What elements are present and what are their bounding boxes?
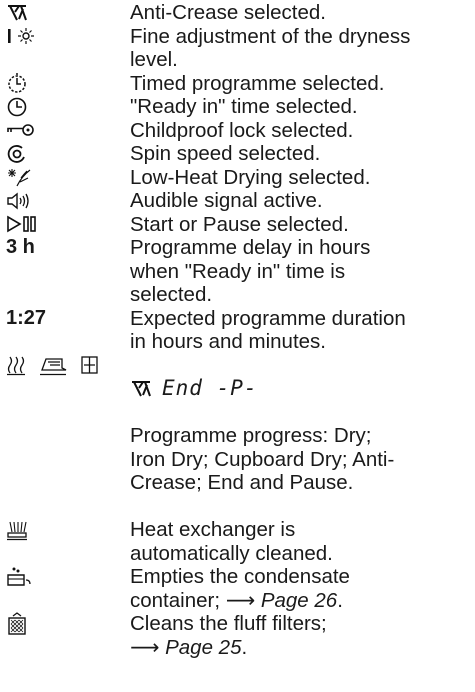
legend-text: Audible signal active. (130, 189, 323, 212)
legend-text: Start or Pause selected. (130, 212, 349, 236)
legend-text: Anti-Crease selected. (130, 1, 326, 24)
legend-row: Anti-Crease selected. (6, 1, 469, 25)
symbol-legend: Anti-Crease selected. Fine adjustment of… (0, 1, 475, 692)
legend-row: Heat exchanger is automatically cleaned. (6, 518, 469, 565)
legend-row: Cleans the fluff filters; ⟶ Page 25. (6, 611, 469, 659)
legend-row: Timed programme selected. (6, 72, 469, 96)
legend-text: Heat exchanger is automatically cleaned. (130, 518, 333, 565)
legend-row: Start or Pause selected. (6, 213, 469, 237)
legend-row: End -P- Programme progress: Dry; Iron Dr… (6, 354, 469, 519)
fine-adjustment-icon (6, 26, 36, 46)
condensate-container-icon (6, 566, 32, 588)
spin-icon (6, 143, 28, 165)
legend-text: Expected programme duration in hours and… (130, 306, 406, 354)
anti-crease-icon (6, 3, 28, 23)
anti-crease-icon (130, 379, 152, 399)
delay-hours-symbol: 3 h (6, 236, 35, 258)
key-lock-icon (6, 121, 36, 139)
legend-text: Programme delay in hours when "Ready in"… (130, 236, 371, 306)
start-pause-icon (6, 214, 40, 234)
legend-text: Cleans the fluff filters; (130, 612, 327, 635)
legend-row: Low-Heat Drying selected. (6, 166, 469, 190)
clock-icon (6, 96, 28, 118)
legend-text: Spin speed selected. (130, 142, 321, 165)
timed-programme-icon (6, 72, 28, 94)
progress-display: End -P- (162, 376, 258, 400)
legend-row: Fine adjustment of the dryness level. (6, 25, 469, 72)
legend-text: Fine adjustment of the dryness level. (130, 24, 411, 72)
legend-row: 1:27 Expected programme duration in hour… (6, 307, 469, 354)
arrow-icon: ⟶ (225, 588, 256, 612)
page-reference-link[interactable]: Page 26 (261, 589, 337, 612)
low-heat-icon (6, 166, 32, 188)
speaker-icon (6, 191, 34, 211)
page-reference-link[interactable]: Page 25 (165, 636, 241, 659)
legend-row: Empties the condensate container; ⟶ Page… (6, 565, 469, 612)
legend-row: "Ready in" time selected. (6, 95, 469, 119)
arrow-icon: ⟶ (130, 635, 160, 659)
legend-row: Audible signal active. (6, 189, 469, 213)
legend-text: "Ready in" time selected. (130, 95, 358, 118)
legend-text: Childproof lock selected. (130, 118, 354, 142)
legend-row: Spin speed selected. (6, 142, 469, 166)
duration-symbol: 1:27 (6, 306, 47, 329)
legend-row: 3 h Programme delay in hours when "Ready… (6, 236, 469, 307)
legend-row: Childproof lock selected. (6, 119, 469, 143)
legend-text: Low-Heat Drying selected. (130, 165, 371, 189)
heat-exchanger-icon (6, 518, 28, 542)
progress-icons (6, 354, 106, 376)
legend-text: Programme progress: Dry; Iron Dry; Cupbo… (130, 424, 395, 494)
legend-text: Timed programme selected. (130, 71, 385, 95)
fluff-filter-icon (6, 611, 28, 636)
